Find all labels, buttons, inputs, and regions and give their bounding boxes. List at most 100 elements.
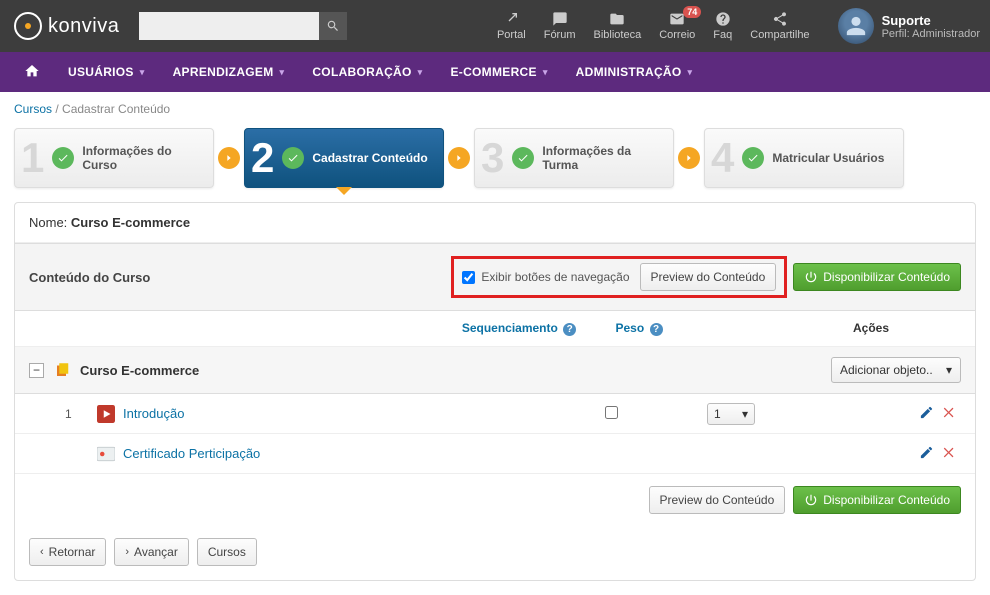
section-header: Conteúdo do Curso Exibir botões de naveg…	[15, 243, 975, 311]
power-icon	[804, 270, 818, 284]
topnav-correio[interactable]: 74 Correio	[651, 7, 703, 45]
chevron-left-icon: ‹	[40, 546, 44, 558]
item-seq-checkbox-wrap	[541, 406, 681, 422]
help-icon[interactable]: ?	[650, 323, 663, 336]
nav-home[interactable]	[10, 63, 54, 82]
courses-button[interactable]: Cursos	[197, 538, 257, 566]
help-icon	[715, 11, 731, 27]
show-nav-checkbox-wrap[interactable]: Exibir botões de navegação	[462, 270, 629, 284]
check-icon	[52, 147, 74, 169]
item-label[interactable]: Introdução	[123, 406, 184, 421]
wizard-step-1[interactable]: 1 Informações do Curso	[14, 128, 214, 188]
show-nav-checkbox[interactable]	[462, 271, 475, 284]
highlight-nav-buttons: Exibir botões de navegação Preview do Co…	[451, 256, 787, 298]
arrow-right-icon	[678, 147, 700, 169]
step-label: Informações do Curso	[82, 144, 203, 173]
show-nav-label: Exibir botões de navegação	[481, 270, 629, 284]
wizard-step-3[interactable]: 3 Informações da Turma	[474, 128, 674, 188]
item-label[interactable]: Certificado Perticipação	[123, 446, 260, 461]
topnav-compartilhe[interactable]: Compartilhe	[742, 7, 817, 45]
brand-name: konviva	[48, 15, 119, 38]
nav-administracao[interactable]: ADMINISTRAÇÃO▾	[562, 65, 707, 79]
topnav-portal[interactable]: Portal	[489, 7, 534, 45]
course-row: − Curso E-commerce Adicionar objeto..▾	[15, 347, 975, 394]
search-icon	[326, 19, 340, 33]
logo-icon	[14, 12, 42, 40]
content-panel: Nome: Curso E-commerce Conteúdo do Curso…	[14, 202, 976, 581]
delete-button[interactable]	[942, 405, 957, 423]
back-button[interactable]: ‹ Retornar	[29, 538, 106, 566]
chevron-down-icon: ▾	[742, 407, 748, 421]
item-order: 1	[65, 407, 89, 421]
bottom-left-buttons: ‹ Retornar › Avançar Cursos	[15, 526, 975, 580]
user-profile: Perfil: Administrador	[882, 28, 980, 40]
delete-button[interactable]	[942, 445, 957, 463]
chevron-right-icon: ›	[125, 546, 129, 558]
nav-ecommerce[interactable]: E-COMMERCE▾	[436, 65, 561, 79]
seq-checkbox[interactable]	[605, 406, 618, 419]
publish-button-top[interactable]: Disponibilizar Conteúdo	[793, 263, 961, 291]
topnav-label: Faq	[713, 29, 732, 41]
breadcrumb: Cursos / Cadastrar Conteúdo	[0, 92, 990, 126]
step-number: 1	[21, 137, 44, 179]
chevron-down-icon: ▾	[140, 67, 145, 78]
logo[interactable]: konviva	[14, 12, 119, 40]
topnav-faq[interactable]: Faq	[705, 7, 740, 45]
nav-aprendizagem[interactable]: APRENDIZAGEM▾	[159, 65, 299, 79]
chevron-down-icon: ▾	[946, 363, 952, 377]
next-button[interactable]: › Avançar	[114, 538, 188, 566]
step-number: 3	[481, 137, 504, 179]
add-object-select[interactable]: Adicionar objeto..▾	[831, 357, 961, 383]
help-icon[interactable]: ?	[563, 323, 576, 336]
preview-button-top[interactable]: Preview do Conteúdo	[640, 263, 777, 291]
check-icon	[282, 147, 304, 169]
col-peso[interactable]: Peso ?	[589, 321, 689, 336]
topnav-forum[interactable]: Fórum	[536, 7, 584, 45]
section-title: Conteúdo do Curso	[29, 270, 150, 285]
nav-usuarios[interactable]: USUÁRIOS▾	[54, 65, 159, 79]
step-label: Cadastrar Conteúdo	[312, 151, 427, 165]
col-acoes: Ações	[781, 321, 961, 336]
publish-button-bottom[interactable]: Disponibilizar Conteúdo	[793, 486, 961, 514]
chat-icon	[552, 11, 568, 27]
wizard-steps: 1 Informações do Curso 2 Cadastrar Conte…	[0, 126, 990, 202]
chevron-down-icon: ▾	[418, 67, 423, 78]
peso-select[interactable]: 1▾	[707, 403, 755, 425]
edit-button[interactable]	[919, 445, 934, 463]
wizard-step-2[interactable]: 2 Cadastrar Conteúdo	[244, 128, 444, 188]
home-icon	[24, 63, 40, 79]
power-icon	[804, 493, 818, 507]
search-wrap	[139, 12, 347, 40]
chevron-down-icon: ▾	[543, 67, 548, 78]
correio-badge: 74	[683, 6, 701, 18]
bottom-right-buttons: Preview do Conteúdo Disponibilizar Conte…	[15, 474, 975, 526]
search-input[interactable]	[139, 12, 319, 40]
edit-button[interactable]	[919, 405, 934, 423]
papers-icon	[54, 361, 72, 379]
user-menu[interactable]: Suporte Perfil: Administrador	[838, 8, 980, 44]
check-icon	[512, 147, 534, 169]
main-nav: USUÁRIOS▾ APRENDIZAGEM▾ COLABORAÇÃO▾ E-C…	[0, 52, 990, 92]
wizard-step-4[interactable]: 4 Matricular Usuários	[704, 128, 904, 188]
breadcrumb-root[interactable]: Cursos	[14, 102, 52, 116]
search-button[interactable]	[319, 12, 347, 40]
step-label: Matricular Usuários	[772, 151, 884, 165]
preview-button-bottom[interactable]: Preview do Conteúdo	[649, 486, 786, 514]
topnav-label: Biblioteca	[594, 29, 642, 41]
topnav-label: Portal	[497, 29, 526, 41]
name-value: Curso E-commerce	[71, 215, 190, 230]
step-label: Informações da Turma	[542, 144, 663, 173]
check-icon	[742, 147, 764, 169]
course-name-row: Nome: Curso E-commerce	[15, 203, 975, 243]
arrow-right-icon	[448, 147, 470, 169]
col-sequenciamento[interactable]: Sequenciamento ?	[449, 321, 589, 336]
collapse-button[interactable]: −	[29, 363, 44, 378]
step-number: 2	[251, 137, 274, 179]
user-icon	[845, 15, 867, 37]
play-icon	[97, 405, 115, 423]
table-header: Sequenciamento ? Peso ? Ações	[15, 311, 975, 347]
nav-colaboracao[interactable]: COLABORAÇÃO▾	[298, 65, 436, 79]
chevron-down-icon: ▾	[688, 67, 693, 78]
topnav-biblioteca[interactable]: Biblioteca	[586, 7, 650, 45]
external-link-icon	[503, 11, 519, 27]
